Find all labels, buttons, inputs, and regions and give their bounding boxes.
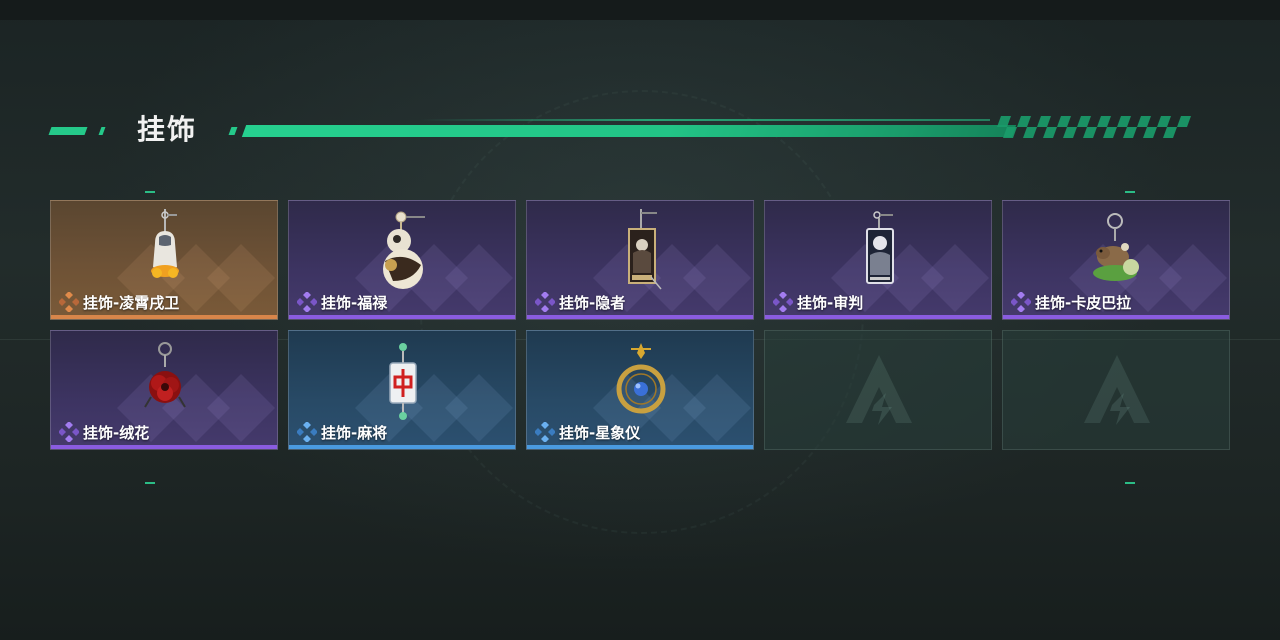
- charm-card[interactable]: 挂饰-绒花: [50, 330, 278, 450]
- top-strip: [0, 0, 1280, 20]
- page-title: 挂饰: [137, 113, 198, 146]
- rarity-diamond-icon: [59, 422, 79, 442]
- charm-card[interactable]: 挂饰-麻将: [288, 330, 516, 450]
- corner-tick: [145, 482, 155, 484]
- charm-card[interactable]: 挂饰-隐者: [526, 200, 754, 320]
- charm-card[interactable]: 挂饰-审判: [764, 200, 992, 320]
- gourd-charm-icon: [383, 211, 425, 289]
- header-checker-pattern: [997, 116, 1191, 138]
- corner-tick: [145, 191, 155, 193]
- header-dash: [98, 127, 106, 135]
- corner-tick: [1125, 482, 1135, 484]
- hermit-card-charm-icon: [628, 209, 662, 290]
- charm-name: 挂饰-麻将: [321, 423, 388, 442]
- header-dash: [48, 127, 88, 135]
- empty-slot: [764, 330, 992, 450]
- empty-slot: [1002, 330, 1230, 450]
- astrolabe-charm-icon: [616, 343, 666, 414]
- rarity-diamond-icon: [535, 292, 555, 312]
- rarity-diamond-icon: [59, 292, 79, 312]
- rarity-diamond-icon: [773, 292, 793, 312]
- corner-tick: [1125, 191, 1135, 193]
- velvet-flower-charm-icon: [144, 342, 186, 408]
- charm-name: 挂饰-福禄: [321, 293, 388, 312]
- charm-name: 挂饰-审判: [797, 293, 864, 312]
- capybara-charm-icon: [1093, 213, 1139, 281]
- charm-name: 挂饰-凌霄戌卫: [83, 293, 180, 312]
- charm-card[interactable]: 挂饰-星象仪: [526, 330, 754, 450]
- rarity-diamond-icon: [535, 422, 555, 442]
- mahjong-tile-charm-icon: [389, 343, 417, 420]
- header-thin-line: [420, 119, 990, 121]
- empty-slot-logo-icon: [846, 355, 912, 425]
- header-bar: [241, 125, 1017, 137]
- charm-name: 挂饰-星象仪: [559, 423, 641, 442]
- rarity-diamond-icon: [297, 292, 317, 312]
- rarity-diamond-icon: [1011, 292, 1031, 312]
- charm-card[interactable]: 挂饰-卡皮巴拉: [1002, 200, 1230, 320]
- header-dash: [228, 127, 238, 135]
- charm-name: 挂饰-卡皮巴拉: [1035, 293, 1132, 312]
- dog-charm-icon: [151, 209, 179, 278]
- charm-card[interactable]: 挂饰-凌霄戌卫: [50, 200, 278, 320]
- judgement-card-charm-icon: [866, 211, 894, 284]
- charm-name: 挂饰-绒花: [83, 423, 150, 442]
- rarity-diamond-icon: [297, 422, 317, 442]
- charm-name: 挂饰-隐者: [559, 293, 626, 312]
- empty-slot-logo-icon: [1084, 355, 1150, 425]
- charm-card[interactable]: 挂饰-福禄: [288, 200, 516, 320]
